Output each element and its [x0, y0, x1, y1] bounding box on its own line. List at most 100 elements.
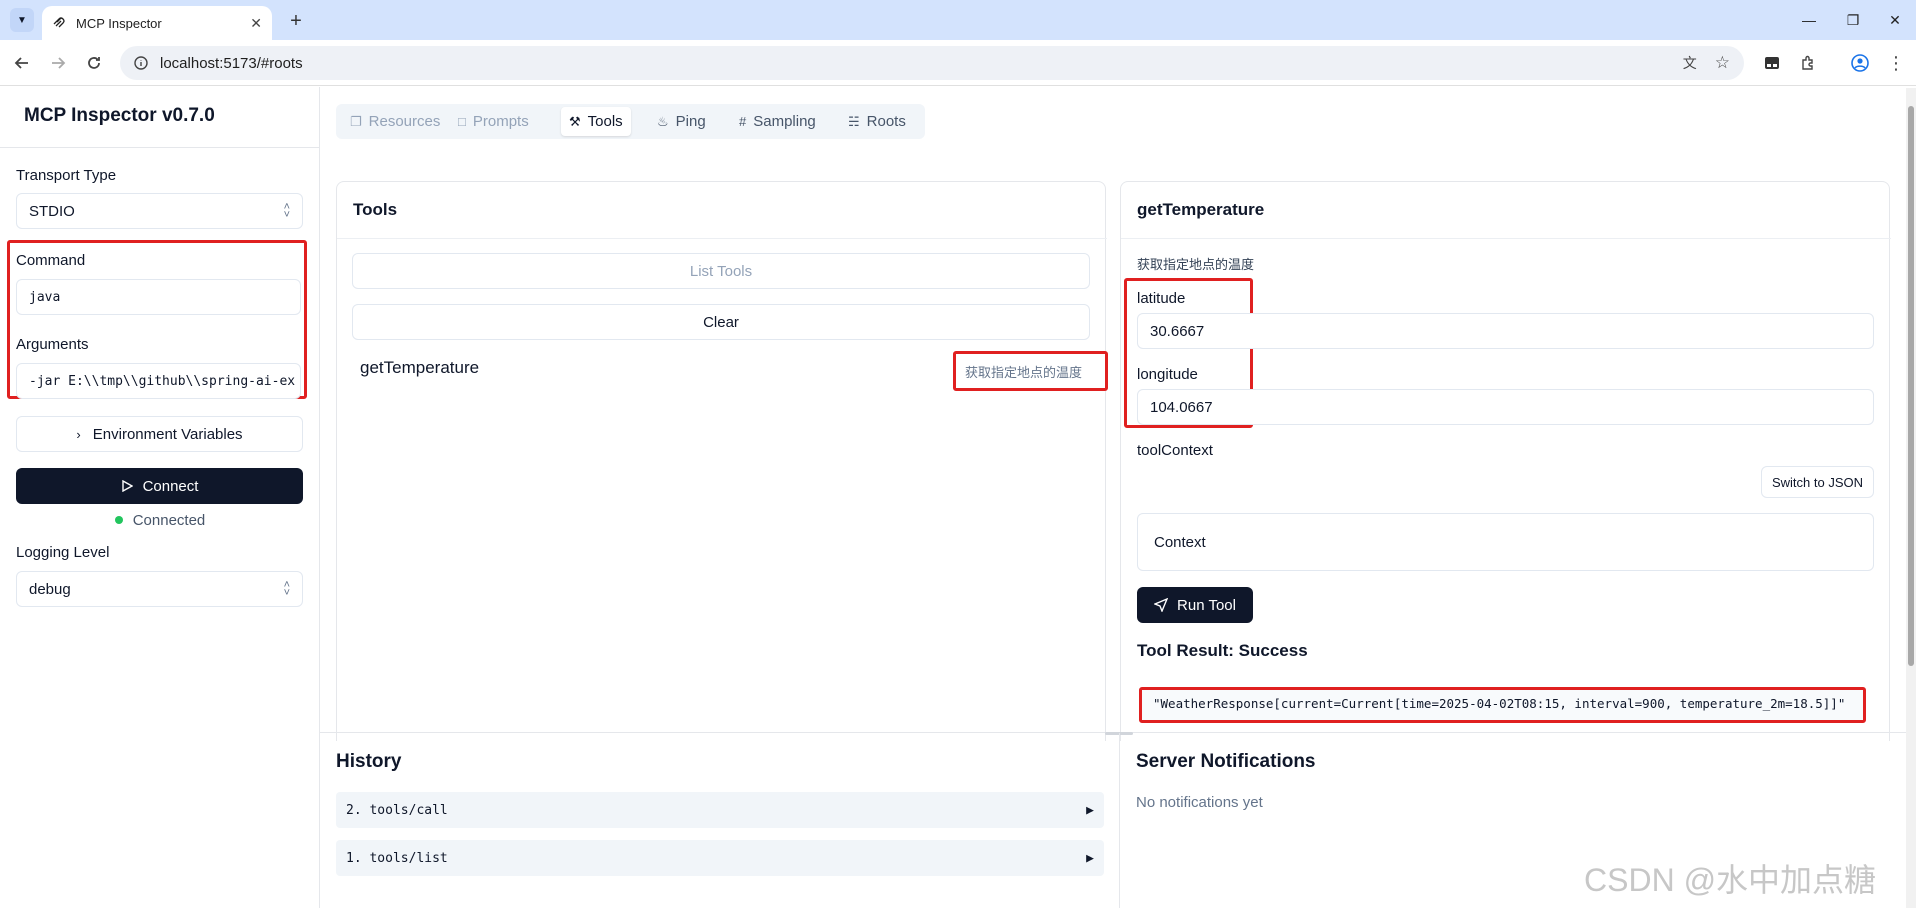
new-tab-button[interactable]: +	[284, 9, 308, 33]
back-button[interactable]	[10, 51, 34, 75]
command-input[interactable]: java	[16, 279, 301, 315]
profile-icon[interactable]	[1848, 51, 1872, 75]
translate-icon[interactable]: 文	[1683, 53, 1697, 73]
sidebar: MCP Inspector v0.7.0 Transport Type STDI…	[0, 87, 320, 908]
connect-button[interactable]: Connect	[16, 468, 303, 504]
browser-tabstrip: ▼ MCP Inspector ✕ + — ❐ ✕	[0, 0, 1916, 40]
close-tab-icon[interactable]: ✕	[250, 15, 262, 32]
sidebar-divider	[0, 147, 320, 148]
connect-label: Connect	[142, 477, 199, 495]
tab-roots-label: Roots	[866, 113, 906, 130]
tool-detail-card: getTemperature 获取指定地点的温度 latitude 30.666…	[1120, 181, 1891, 741]
latitude-label: latitude	[1137, 290, 1186, 307]
command-label: Command	[16, 252, 86, 269]
connection-status-text: Connected	[132, 512, 206, 529]
tool-detail-description: 获取指定地点的温度	[1137, 257, 1255, 272]
kebab-menu-icon[interactable]: ⋮	[1884, 51, 1908, 75]
run-tool-button[interactable]: Run Tool	[1137, 587, 1253, 623]
tool-context-textarea[interactable]: Context	[1137, 513, 1874, 571]
send-icon	[1154, 598, 1169, 612]
scrollbar-thumb[interactable]	[1908, 106, 1914, 666]
bottom-column-divider	[1119, 733, 1120, 908]
tab-sampling[interactable]: # Sampling	[731, 107, 824, 136]
url-text: localhost:5173/#roots	[160, 54, 303, 72]
tab-prompts-label: Prompts	[472, 113, 529, 130]
history-item-label: 1. tools/list	[346, 850, 448, 866]
reading-mode-icon[interactable]	[1760, 51, 1784, 75]
site-info-icon	[134, 56, 148, 70]
chevron-up-down-icon: ˄ ˅	[283, 579, 290, 599]
connection-status: Connected	[0, 512, 320, 529]
hash-icon: #	[739, 114, 747, 129]
tools-card-title: Tools	[353, 200, 398, 219]
logging-level-label: Logging Level	[16, 544, 110, 561]
forward-button[interactable]	[46, 51, 70, 75]
logging-level-value: debug	[29, 580, 71, 598]
hammer-icon: ⚒	[569, 113, 581, 129]
tab-resources[interactable]: ❐ Resources	[342, 107, 448, 136]
logging-level-select[interactable]: debug ˄ ˅	[16, 571, 303, 607]
chevron-up-down-icon: ˄ ˅	[283, 201, 290, 221]
arrow-left-icon	[14, 57, 28, 69]
url-bar[interactable]: localhost:5173/#roots 文 ☆	[120, 46, 1744, 80]
tab-ping[interactable]: ♨ Ping	[649, 107, 714, 136]
browser-tab[interactable]: MCP Inspector ✕	[42, 6, 272, 40]
tool-list-item[interactable]: getTemperature 获取指定地点的温度	[352, 351, 1108, 392]
message-icon: □	[458, 114, 466, 129]
history-item[interactable]: 2. tools/call ▶	[336, 792, 1104, 828]
tab-roots[interactable]: ☵ Roots	[840, 107, 914, 136]
tool-detail-divider	[1121, 238, 1891, 239]
arguments-label: Arguments	[16, 336, 89, 353]
clear-button[interactable]: Clear	[352, 304, 1090, 340]
extensions-icon[interactable]	[1796, 51, 1820, 75]
play-icon	[121, 480, 133, 492]
tab-resources-label: Resources	[368, 113, 441, 130]
files-icon: ❐	[350, 113, 362, 129]
transport-type-value: STDIO	[29, 202, 75, 220]
reload-button[interactable]	[82, 51, 106, 75]
play-triangle-icon[interactable]: ▶	[1086, 803, 1094, 818]
tab-tools-label: Tools	[587, 113, 623, 130]
tab-sampling-label: Sampling	[753, 113, 816, 130]
chevron-right-icon: ›	[76, 426, 81, 442]
play-triangle-icon[interactable]: ▶	[1086, 851, 1094, 866]
tab-tools[interactable]: ⚒ Tools	[561, 107, 631, 136]
environment-variables-button[interactable]: › Environment Variables	[16, 416, 303, 452]
run-tool-label: Run Tool	[1177, 596, 1236, 614]
mcp-logo-icon	[53, 17, 65, 28]
latitude-input[interactable]: 30.6667	[1137, 313, 1874, 349]
notifications-empty-text: No notifications yet	[1136, 794, 1263, 811]
app-title: MCP Inspector v0.7.0	[24, 105, 215, 126]
tools-card-divider	[337, 238, 1107, 239]
reload-icon	[88, 57, 100, 69]
bookmark-star-icon[interactable]: ☆	[1715, 53, 1730, 73]
tab-ping-label: Ping	[675, 113, 706, 130]
history-title: History	[336, 751, 402, 772]
transport-type-label: Transport Type	[16, 167, 117, 184]
arrow-right-icon	[52, 57, 66, 69]
tool-name: getTemperature	[360, 358, 480, 377]
tools-card: Tools List Tools Clear getTemperature 获取…	[336, 181, 1108, 741]
server-notifications-title: Server Notifications	[1136, 751, 1316, 772]
history-item-label: 2. tools/call	[346, 802, 448, 818]
browser-tab-title: MCP Inspector	[76, 15, 162, 31]
arguments-input[interactable]: -jar E:\\tmp\\github\\spring-ai-ex	[16, 363, 301, 399]
chevron-down-icon: ▼	[17, 14, 27, 26]
longitude-label: longitude	[1137, 366, 1198, 383]
history-item[interactable]: 1. tools/list ▶	[336, 840, 1104, 876]
transport-type-select[interactable]: STDIO ˄ ˅	[16, 193, 303, 229]
watermark: CSDN @水中加点糖	[1584, 862, 1877, 898]
close-window-button[interactable]: ✕	[1868, 0, 1916, 40]
address-bar-row: localhost:5173/#roots 文 ☆ ⋮	[0, 40, 1916, 86]
tab-search-button[interactable]: ▼	[10, 8, 34, 32]
tool-description: 获取指定地点的温度	[964, 365, 1082, 380]
tab-prompts[interactable]: □ Prompts	[450, 107, 537, 136]
main-tabs: ❐ Resources □ Prompts ⚒ Tools ♨ Ping # S…	[336, 104, 925, 139]
longitude-input[interactable]: 104.0667	[1137, 389, 1874, 425]
folder-tree-icon: ☵	[848, 113, 860, 129]
status-dot-icon	[114, 516, 123, 525]
tool-result-title: Tool Result: Success	[1137, 641, 1308, 660]
environment-variables-label: Environment Variables	[92, 425, 243, 443]
list-tools-button[interactable]: List Tools	[352, 253, 1090, 289]
switch-to-json-button[interactable]: Switch to JSON	[1761, 466, 1874, 498]
